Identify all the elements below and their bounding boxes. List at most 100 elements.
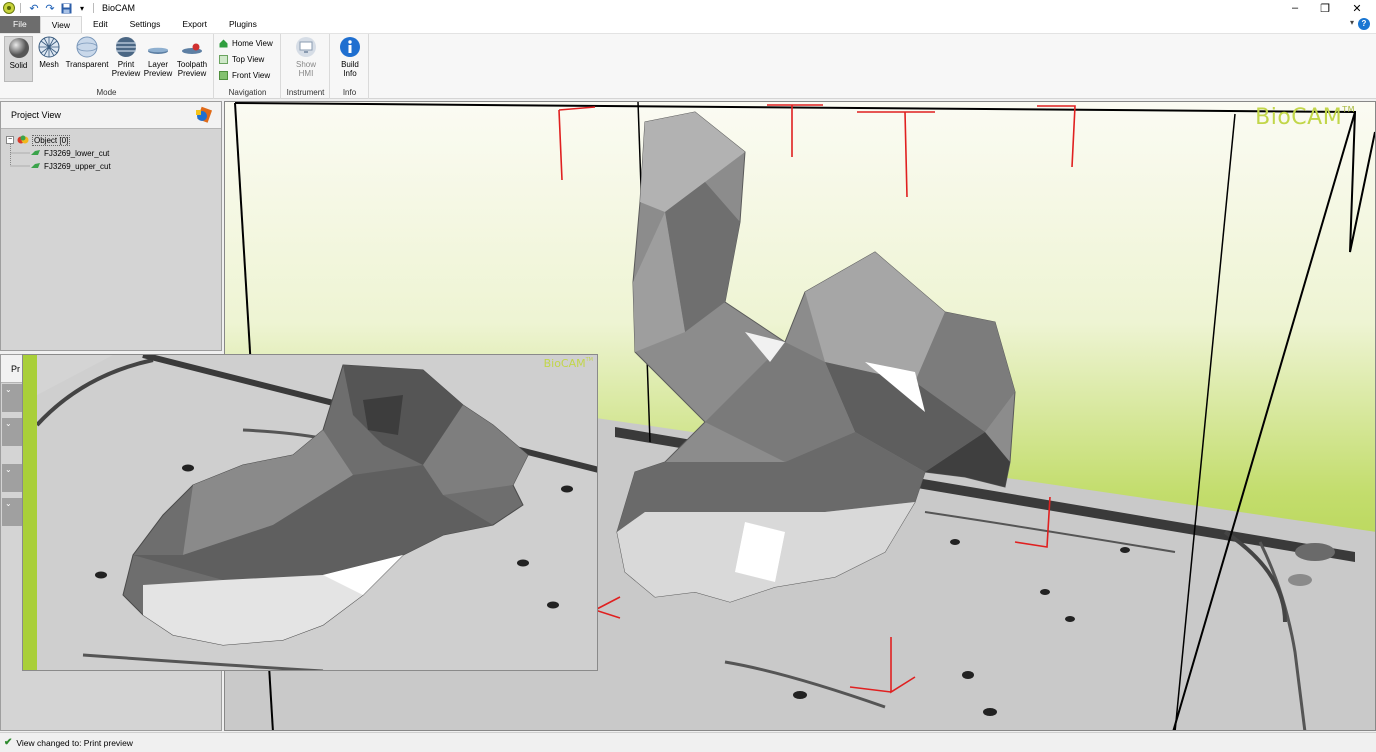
mesh-object-icon [31,163,40,168]
mesh-object-icon [31,150,40,155]
project-view-header: Project View [1,102,221,129]
separator [20,3,21,13]
property-row[interactable]: ⌄ [2,418,22,446]
transparent-sphere-icon [75,36,99,58]
add-object-icon[interactable] [193,106,215,124]
instrument-group: Show HMI Instrument [282,34,330,99]
build-info-label-2: Info [343,69,357,78]
inset-logo-text: BioCAM [543,357,586,370]
save-icon[interactable] [59,1,73,15]
tab-plugins[interactable]: Plugins [218,16,268,33]
navigation-group-label: Navigation [228,88,267,97]
project-view-panel: Project View − Object [0] FJ3269_lower_c… [0,101,222,351]
solid-button-label: Solid [9,61,28,70]
show-hmi-label-2: HMI [298,69,314,78]
show-hmi-button[interactable]: Show HMI [292,36,320,78]
home-view-label: Home View [232,39,273,48]
info-group-label: Info [342,88,357,97]
chevron-down-icon[interactable]: ⌄ [2,465,12,474]
redo-icon[interactable]: ↷ [43,1,57,15]
print-preview-icon [114,36,138,58]
home-view-button[interactable]: Home View [219,39,273,48]
top-view-button[interactable]: Top View [219,55,264,64]
tab-export[interactable]: Export [171,16,218,33]
tab-settings[interactable]: Settings [119,16,172,33]
tree-item-lower-cut[interactable]: FJ3269_lower_cut [31,147,109,159]
tree-item-label: FJ3269_upper_cut [44,161,111,171]
minimize-button[interactable]: – [1278,0,1312,16]
inset-trademark-mark: TM [585,357,593,363]
monitor-icon [294,36,318,58]
mesh-button[interactable]: Mesh [35,36,63,69]
app-logo-icon [2,1,16,15]
undo-icon[interactable]: ↶ [27,1,41,15]
toolpath-preview-label-1: Toolpath [176,60,208,69]
ribbon: Solid Mesh Transparent Print Preview Lay… [0,33,1376,99]
help-icon[interactable]: ? [1358,18,1370,30]
navigation-group: Home View Top View Front View Navigation [215,34,281,99]
chevron-down-icon[interactable]: ⌄ [2,419,12,428]
inset-accent-strip [23,355,37,670]
front-view-button[interactable]: Front View [219,71,270,80]
inset-preview: BioCAMTM [22,354,598,671]
quick-access-dropdown-icon[interactable]: ▾ [75,1,89,15]
layer-preview-label-2: Preview [143,69,173,78]
properties-title: Pr [11,363,20,374]
transparent-button[interactable]: Transparent [64,36,110,69]
tab-edit[interactable]: Edit [82,16,119,33]
layer-preview-label-1: Layer [147,60,168,69]
tree-item-upper-cut[interactable]: FJ3269_upper_cut [31,160,111,172]
property-row[interactable]: ⌄ [2,384,22,412]
print-preview-label-2: Preview [111,69,141,78]
top-view-label: Top View [232,55,265,64]
tree-item-label: FJ3269_lower_cut [44,148,110,158]
property-row[interactable]: ⌄ [2,498,22,526]
info-icon [338,36,362,58]
toolpath-preview-button[interactable]: Toolpath Preview [174,36,210,78]
front-view-label: Front View [232,71,271,80]
chevron-down-icon[interactable]: ⌄ [2,499,12,508]
biocam-window: ↶ ↷ ▾ BioCAM – ❐ ✕ File View Edit Settin… [0,0,1376,752]
restore-button[interactable]: ❐ [1308,0,1342,16]
transparent-button-label: Transparent [65,60,109,69]
tree-connector-lines [10,144,30,167]
window-title: BioCAM [102,3,136,13]
chevron-down-icon[interactable]: ⌄ [2,385,12,394]
mesh-sphere-icon [37,36,61,58]
mode-group-label: Mode [96,88,117,97]
biocam-logo: BioCAMTM [1255,105,1355,130]
inset-biocam-logo: BioCAMTM [544,357,593,370]
solid-sphere-icon [7,37,31,59]
status-bar: ✔ View changed to: Print preview [0,732,1376,752]
instrument-group-label: Instrument [286,88,325,97]
print-preview-button[interactable]: Print Preview [111,36,141,78]
tab-file[interactable]: File [0,16,40,33]
title-bar: ↶ ↷ ▾ BioCAM – ❐ ✕ [0,0,1376,16]
build-info-label-1: Build [341,60,359,69]
biocam-logo-text: BioCAM [1255,105,1343,130]
trademark-mark: TM [1342,105,1355,114]
build-info-button[interactable]: Build Info [336,36,364,78]
tree-root-label: Object [0] [32,134,71,146]
info-group: Build Info Info [331,34,369,99]
print-preview-label-1: Print [117,60,135,69]
top-view-icon [219,55,228,64]
mesh-button-label: Mesh [39,60,59,69]
project-view-title: Project View [11,110,61,120]
collapse-toggle-icon[interactable]: − [6,136,14,144]
ribbon-collapse-icon[interactable]: ▾ [1350,18,1354,27]
show-hmi-label-1: Show [295,60,316,69]
status-text: View changed to: Print preview [16,737,133,748]
layer-preview-icon [146,36,170,58]
inset-scene [23,355,597,670]
front-view-icon [219,71,228,80]
mode-group: Solid Mesh Transparent Print Preview Lay… [0,34,214,99]
property-row[interactable]: ⌄ [2,464,22,492]
layer-preview-button[interactable]: Layer Preview [143,36,173,78]
solid-button[interactable]: Solid [4,36,33,82]
toolpath-preview-icon [180,36,204,58]
tab-view[interactable]: View [39,16,82,33]
close-button[interactable]: ✕ [1340,0,1374,16]
ribbon-tabs: File View Edit Settings Export Plugins [0,16,1376,33]
home-icon [219,39,228,48]
